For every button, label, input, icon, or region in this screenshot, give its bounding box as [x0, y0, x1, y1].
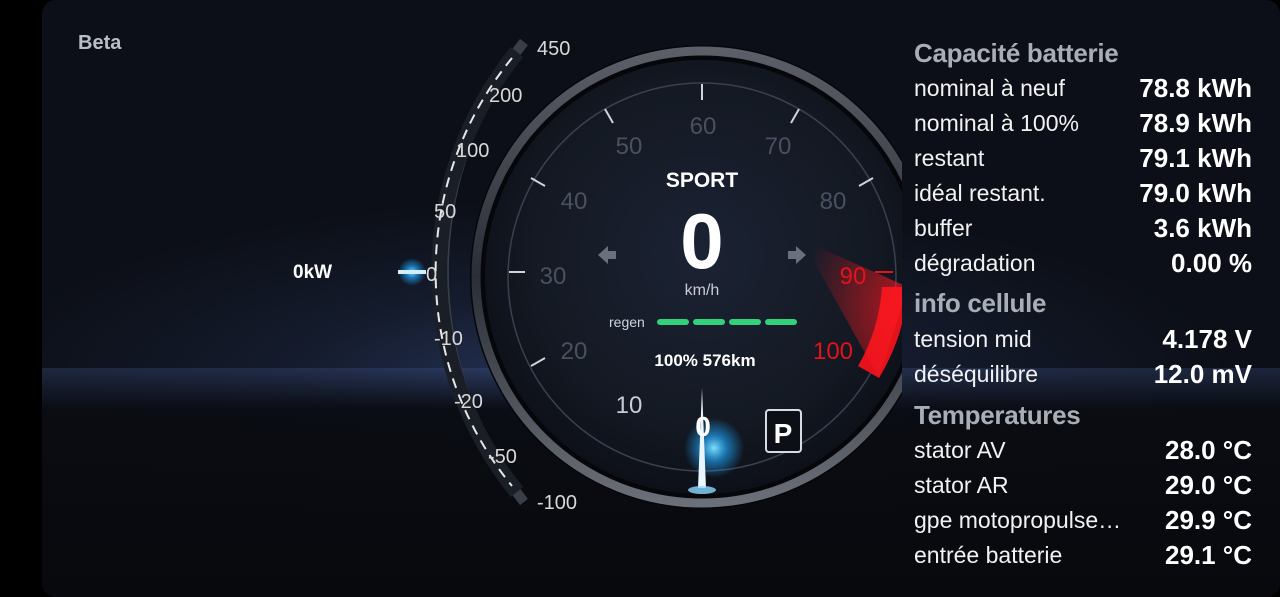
battery-row-value: 79.0 kWh — [1139, 178, 1252, 208]
speed-tick-10: 10 — [616, 392, 643, 419]
battery-row-label: restant — [914, 145, 985, 171]
cell-row: déséquilibre 12.0 mV — [914, 359, 1252, 391]
battery-row-value: 78.8 kWh — [1139, 73, 1252, 103]
cell-info-title: info cellule — [914, 288, 1047, 318]
power-readout: 0kW — [293, 262, 333, 283]
battery-row: nominal à 100% 78.9 kWh — [914, 108, 1252, 140]
battery-row-value: 0.00 % — [1171, 248, 1252, 278]
battery-row: restant 79.1 kWh — [914, 143, 1252, 175]
speed-tick-40: 40 — [561, 188, 588, 215]
regen-label: regen — [609, 314, 645, 330]
battery-row-label: nominal à neuf — [914, 75, 1065, 101]
battery-range: 100% 576km — [654, 351, 755, 370]
speed-tick-70: 70 — [765, 133, 792, 160]
speed-tick-50: 50 — [616, 133, 643, 160]
speed-tick-30: 30 — [540, 263, 567, 290]
power-tick-200: 200 — [489, 85, 522, 107]
battery-row-label: nominal à 100% — [914, 110, 1079, 136]
battery-row-label: buffer — [914, 215, 973, 241]
power-tick-minus20: -20 — [454, 391, 483, 413]
needle-base — [688, 486, 716, 494]
speed-tick-20: 20 — [561, 338, 588, 365]
cell-row-label: déséquilibre — [914, 361, 1039, 387]
speed-tick-60: 60 — [690, 113, 717, 140]
speed-tick-80: 80 — [820, 188, 847, 215]
temperature-row: stator AR 29.0 °C — [914, 470, 1252, 502]
power-tick-100: 100 — [456, 140, 489, 162]
cell-row: tension mid 4.178 V — [914, 324, 1252, 356]
power-tick-minus100: -100 — [537, 492, 577, 514]
temperature-row: gpe motopropulse… 29.9 °C — [914, 505, 1252, 537]
temperature-row: entrée batterie 29.1 °C — [914, 540, 1252, 572]
temperature-row: stator AV 28.0 °C — [914, 435, 1252, 467]
speed-value: 0 — [680, 197, 723, 285]
speed-tick-100: 100 — [813, 338, 853, 365]
gear-current: 0 — [695, 411, 711, 442]
battery-row: idéal restant. 79.0 kWh — [914, 178, 1252, 210]
power-tick-minus50: -50 — [488, 446, 517, 468]
battery-row: nominal à neuf 78.8 kWh — [914, 73, 1252, 105]
battery-row-label: idéal restant. — [914, 180, 1046, 206]
temperature-row-label: gpe motopropulse… — [914, 507, 1122, 533]
power-tick-50: 50 — [434, 201, 456, 223]
temperature-row-label: stator AR — [914, 472, 1009, 498]
temperature-row-value: 28.0 °C — [1164, 435, 1252, 465]
speed-tick-90: 90 — [840, 263, 867, 290]
drive-mode-label: SPORT — [666, 169, 739, 192]
battery-capacity-title: Capacité batterie — [914, 38, 1119, 68]
needle-glow — [684, 418, 744, 478]
power-tick-450: 450 — [537, 38, 570, 60]
power-indicator — [398, 270, 426, 274]
instrument-cluster: 450 200 100 50 0 -10 -20 -50 -100 10 20 … — [398, 38, 902, 514]
temperature-row-value: 29.1 °C — [1164, 540, 1252, 570]
battery-row: buffer 3.6 kWh — [914, 213, 1252, 245]
temperature-row-label: stator AV — [914, 437, 1006, 463]
cell-row-value: 4.178 V — [1162, 324, 1252, 354]
battery-row-label: dégradation — [914, 250, 1036, 276]
temperature-row-value: 29.0 °C — [1164, 470, 1252, 500]
battery-row-value: 79.1 kWh — [1139, 143, 1252, 173]
battery-row: dégradation 0.00 % — [914, 248, 1252, 280]
temperatures-title: Temperatures — [914, 400, 1081, 430]
park-indicator: P — [774, 418, 793, 449]
speed-unit: km/h — [685, 282, 720, 299]
battery-row-value: 3.6 kWh — [1153, 213, 1252, 243]
cell-row-label: tension mid — [914, 326, 1032, 352]
temperature-row-value: 29.9 °C — [1164, 505, 1252, 535]
battery-row-value: 78.9 kWh — [1139, 108, 1252, 138]
temperature-row-label: entrée batterie — [914, 542, 1063, 568]
cell-row-value: 12.0 mV — [1153, 359, 1252, 389]
power-tick-minus10: -10 — [434, 328, 463, 350]
power-tick-0: 0 — [426, 264, 437, 286]
